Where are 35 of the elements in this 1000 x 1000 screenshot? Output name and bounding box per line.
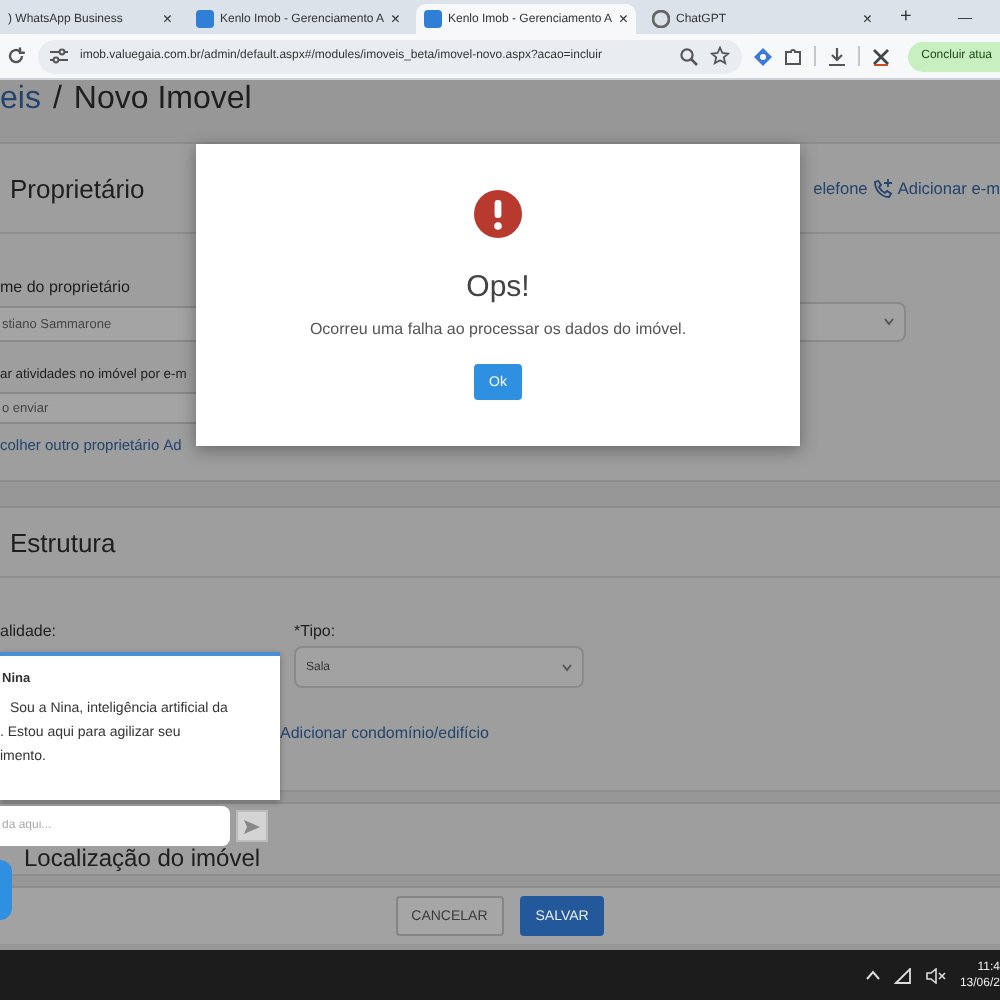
field-label: me do proprietário <box>0 278 130 298</box>
app-icon <box>196 10 214 28</box>
breadcrumb-separator: / <box>52 82 62 118</box>
close-tab-button[interactable]: × <box>618 10 628 28</box>
diamond-extension-icon[interactable] <box>754 47 772 65</box>
card-title: Estrutura <box>10 527 116 557</box>
site-settings-icon[interactable] <box>50 48 68 64</box>
new-tab-button[interactable]: + <box>900 6 912 28</box>
send-icon <box>244 819 260 833</box>
chat-logo-icon <box>652 10 670 28</box>
zoom-icon[interactable] <box>680 47 698 65</box>
card-title: Localização do imóvel <box>22 844 261 874</box>
reload-icon[interactable] <box>6 46 26 66</box>
card-title: Proprietário <box>10 173 145 203</box>
field-label: alidade: <box>0 622 57 642</box>
close-tab-button[interactable]: × <box>390 10 400 28</box>
download-icon[interactable] <box>828 47 846 65</box>
add-building-link[interactable]: Adicionar condomínio/edifício <box>280 724 1000 742</box>
close-tab-button[interactable]: × <box>862 10 872 28</box>
card-action-link[interactable]: Adicionar e-m <box>897 178 1000 198</box>
star-icon[interactable] <box>710 46 730 66</box>
card-action-link[interactable]: elefone <box>813 178 868 198</box>
field-label: *Tipo: <box>294 622 336 642</box>
extensions-icon[interactable] <box>784 47 802 65</box>
phone-plus-icon[interactable] <box>871 177 894 199</box>
app-icon <box>424 10 442 28</box>
page-title: Novo Imovel <box>73 82 252 118</box>
caret-icon <box>562 663 572 671</box>
speaker-muted-icon[interactable] <box>925 967 946 983</box>
chevron-up-icon[interactable] <box>865 970 880 980</box>
close-tab-button[interactable]: × <box>162 10 172 28</box>
error-icon <box>474 190 522 238</box>
dialog-title: Ops! <box>466 270 530 304</box>
cross-extension-icon[interactable] <box>872 47 890 65</box>
caret-icon <box>884 318 894 326</box>
